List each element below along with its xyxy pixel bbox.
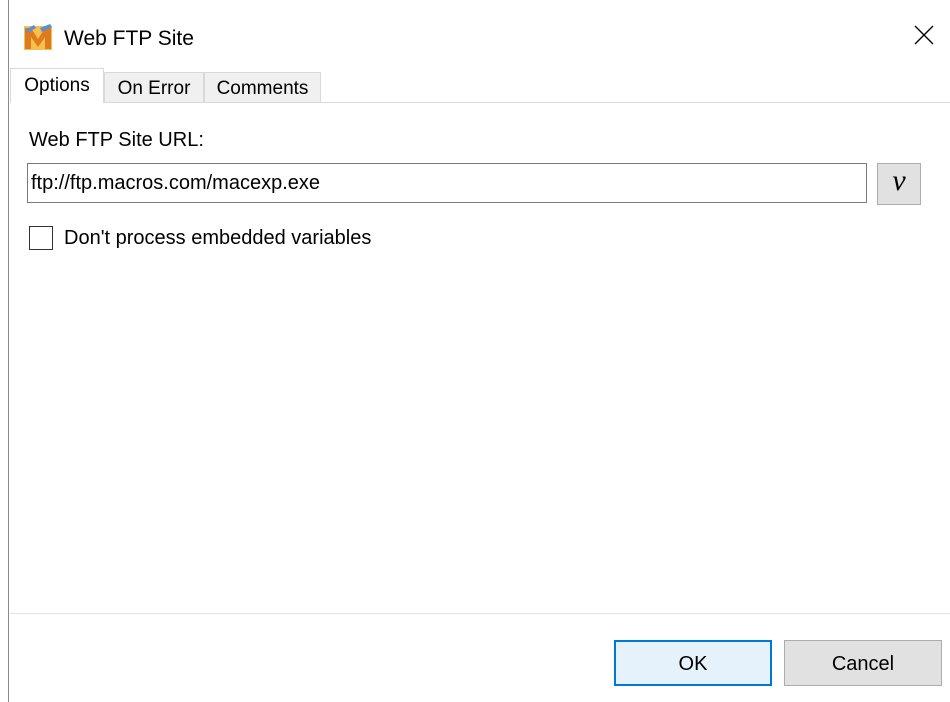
dont-process-variables-checkbox[interactable] (29, 226, 53, 250)
dialog-window: Web FTP Site Options On Error Comments W… (0, 0, 950, 702)
footer-divider (10, 613, 950, 614)
title-bar[interactable]: Web FTP Site (0, 0, 950, 68)
close-button[interactable] (902, 20, 946, 54)
cancel-button[interactable]: Cancel (784, 640, 942, 686)
url-input[interactable] (27, 163, 867, 203)
insert-variable-button[interactable]: v (877, 163, 921, 205)
tab-options[interactable]: Options (10, 68, 104, 103)
checkbox-label: Don't process embedded variables (64, 227, 372, 249)
variable-icon: v (892, 164, 906, 197)
url-label: Web FTP Site URL: (29, 129, 204, 151)
window-left-border (8, 0, 9, 702)
macro-express-icon (22, 22, 54, 54)
embedded-variables-option[interactable]: Don't process embedded variables (29, 223, 371, 253)
window-title: Web FTP Site (64, 27, 194, 50)
tab-on-error[interactable]: On Error (104, 72, 204, 103)
ok-button[interactable]: OK (614, 640, 772, 686)
tab-divider (10, 102, 950, 103)
tab-strip: Options On Error Comments (10, 68, 950, 103)
tab-comments[interactable]: Comments (204, 72, 321, 103)
close-icon (914, 25, 934, 50)
